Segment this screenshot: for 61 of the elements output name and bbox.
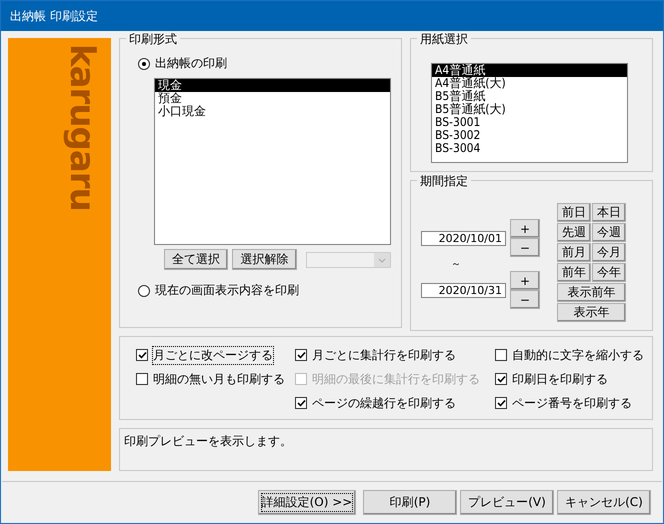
- button[interactable]: 印刷(P): [363, 490, 457, 515]
- checkbox[interactable]: [295, 349, 307, 361]
- list-item[interactable]: A4普通紙(大): [432, 77, 627, 90]
- radio-label: 出納帳の印刷: [155, 55, 227, 72]
- plus-button[interactable]: +: [510, 219, 540, 238]
- button[interactable]: プレビュー(V): [460, 490, 554, 515]
- button[interactable]: 今年: [592, 263, 626, 282]
- list-item[interactable]: BS-3001: [432, 116, 627, 129]
- button[interactable]: 今月: [592, 243, 626, 262]
- account-list[interactable]: 現金 預金 小口現金: [154, 78, 391, 245]
- date-field[interactable]: 2020/10/31: [421, 282, 506, 298]
- group-title: 用紙選択: [417, 31, 471, 48]
- button[interactable]: 全て選択: [164, 249, 228, 270]
- status-message: 印刷プレビューを表示します。: [124, 434, 292, 448]
- button[interactable]: 前年: [557, 263, 591, 282]
- checkbox-label: 月ごとに集計行を印刷する: [312, 346, 456, 364]
- button[interactable]: 本日: [592, 203, 626, 222]
- radio-button[interactable]: [138, 58, 150, 70]
- checkbox-label: 月ごとに改ページする: [153, 346, 273, 364]
- button[interactable]: 表示前年: [557, 283, 626, 302]
- radio-button[interactable]: [138, 284, 150, 296]
- list-item[interactable]: A4普通紙: [432, 64, 627, 77]
- list-item[interactable]: 預金: [155, 92, 390, 105]
- checkbox[interactable]: [136, 373, 148, 385]
- button[interactable]: 表示年: [557, 303, 626, 322]
- button[interactable]: 先週: [557, 223, 591, 242]
- date-field[interactable]: 2020/10/01: [421, 230, 506, 246]
- button[interactable]: キャンセル(C): [557, 490, 651, 515]
- list-item[interactable]: BS-3004: [432, 142, 627, 155]
- button[interactable]: 今週: [592, 223, 626, 242]
- button[interactable]: 詳細設定(O) >>: [258, 490, 356, 515]
- radio-label: 現在の画面表示内容を印刷: [155, 282, 299, 299]
- checkbox[interactable]: [136, 349, 148, 361]
- checkbox-label: ページ番号を印刷する: [512, 394, 632, 412]
- list-item[interactable]: B5普通紙: [432, 90, 627, 103]
- plus-button[interactable]: +: [510, 271, 540, 290]
- logo-text: karugaru: [65, 44, 99, 211]
- list-item[interactable]: B5普通紙(大): [432, 103, 627, 116]
- paper-list[interactable]: A4普通紙 A4普通紙(大) B5普通紙 B5普通紙(大) BS-3001 BS-3002 BS-3004: [431, 63, 628, 163]
- checkbox[interactable]: [495, 349, 507, 361]
- button[interactable]: 前日: [557, 203, 591, 222]
- chevron-down-icon: [374, 252, 390, 266]
- button[interactable]: 選択解除: [232, 249, 297, 270]
- button[interactable]: 前月: [557, 243, 591, 262]
- checkbox-label: ページの繰越行を印刷する: [312, 394, 456, 412]
- checkbox-label: 明細の無い月も印刷する: [153, 370, 285, 388]
- list-item[interactable]: 小口現金: [155, 105, 390, 118]
- checkbox-label: 明細の最後に集計行を印刷する: [312, 370, 480, 388]
- window-title: 出納帳 印刷設定: [10, 8, 98, 24]
- checkbox[interactable]: [495, 397, 507, 409]
- group-title: 期間指定: [417, 173, 471, 190]
- checkbox[interactable]: [495, 373, 507, 385]
- checkbox-label: 印刷日を印刷する: [512, 370, 608, 388]
- range-separator: ～: [451, 258, 462, 271]
- checkbox-label: 自動的に文字を縮小する: [512, 346, 644, 364]
- checkbox[interactable]: [295, 397, 307, 409]
- list-item[interactable]: BS-3002: [432, 129, 627, 142]
- list-item[interactable]: 現金: [155, 79, 390, 92]
- minus-button[interactable]: −: [510, 238, 540, 257]
- group-title: 印刷形式: [126, 31, 180, 48]
- minus-button[interactable]: −: [510, 290, 540, 309]
